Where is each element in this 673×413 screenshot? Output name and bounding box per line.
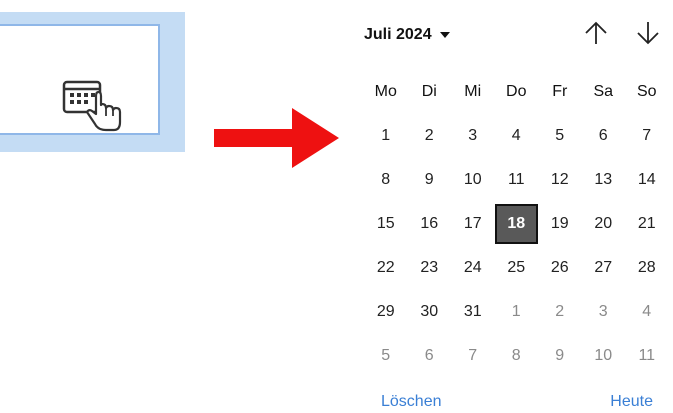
date-input-illustration xyxy=(0,12,185,152)
caret-down-icon xyxy=(439,32,450,38)
day-cell-other-month[interactable]: 4 xyxy=(625,292,669,332)
day-cell[interactable]: 16 xyxy=(408,204,452,244)
day-cell[interactable]: 19 xyxy=(538,204,582,244)
day-cell[interactable]: 8 xyxy=(364,160,408,200)
day-cell-other-month[interactable]: 6 xyxy=(408,336,452,376)
day-cell[interactable]: 21 xyxy=(625,204,669,244)
day-cell[interactable]: 14 xyxy=(625,160,669,200)
day-cell[interactable]: 3 xyxy=(451,116,495,156)
day-cell[interactable]: 30 xyxy=(408,292,452,332)
day-cell[interactable]: 28 xyxy=(625,248,669,288)
day-cell[interactable]: 13 xyxy=(582,160,626,200)
day-cell[interactable]: 15 xyxy=(364,204,408,244)
day-cell-other-month[interactable]: 11 xyxy=(625,336,669,376)
day-cell-other-month[interactable]: 3 xyxy=(582,292,626,332)
arrow-up-icon xyxy=(584,20,608,51)
month-year-label: Juli 2024 xyxy=(364,26,432,43)
day-cell-other-month[interactable]: 2 xyxy=(538,292,582,332)
day-cell[interactable]: 20 xyxy=(582,204,626,244)
day-cell[interactable]: 22 xyxy=(364,248,408,288)
today-button[interactable]: Heute xyxy=(610,393,653,411)
day-cell[interactable]: 10 xyxy=(451,160,495,200)
day-cell[interactable]: 24 xyxy=(451,248,495,288)
weekday-header-row: Mo Di Mi Do Fr Sa So xyxy=(364,70,672,114)
day-cell[interactable]: 17 xyxy=(451,204,495,244)
weekday-label: Di xyxy=(421,83,437,100)
date-input-field[interactable] xyxy=(0,24,160,135)
weekday-label: So xyxy=(636,83,657,100)
day-cell[interactable]: 31 xyxy=(451,292,495,332)
day-cell[interactable]: 5 xyxy=(538,116,582,156)
calendar-week-row: 22 23 24 25 26 27 28 xyxy=(364,246,672,290)
day-cell-other-month[interactable]: 5 xyxy=(364,336,408,376)
calendar-week-row: 5 6 7 8 9 10 11 xyxy=(364,334,672,378)
day-cell[interactable]: 7 xyxy=(625,116,669,156)
weekday-label: Do xyxy=(506,83,527,100)
day-cell[interactable]: 1 xyxy=(364,116,408,156)
calendar-week-row: 15 16 17 18 19 20 21 xyxy=(364,202,672,246)
day-cell[interactable]: 6 xyxy=(582,116,626,156)
calendar-week-row: 1234567 xyxy=(364,114,672,158)
day-cell[interactable]: 25 xyxy=(495,248,539,288)
day-cell[interactable]: 4 xyxy=(495,116,539,156)
day-cell-other-month[interactable]: 1 xyxy=(495,292,539,332)
day-cell[interactable]: 12 xyxy=(538,160,582,200)
calendar-header: Juli 2024 xyxy=(355,10,673,60)
day-cell-other-month[interactable]: 10 xyxy=(582,336,626,376)
screenshot-stage: Juli 2024 Mo Di Mi Do Fr Sa So 1 2 3 4 5… xyxy=(0,0,673,413)
month-year-selector[interactable]: Juli 2024 xyxy=(364,23,450,47)
calendar-footer: Löschen Heute xyxy=(355,390,673,413)
arrow-down-icon xyxy=(636,20,660,51)
day-cell-other-month[interactable]: 8 xyxy=(495,336,539,376)
weekday-label: Mo xyxy=(374,83,397,100)
day-cell-selected[interactable]: 18 xyxy=(494,204,538,244)
calendar-week-row: 8 9 10 11 12 13 14 xyxy=(364,158,672,202)
day-cell[interactable]: 26 xyxy=(538,248,582,288)
day-cell[interactable]: 11 xyxy=(495,160,539,200)
weekday-label: Fr xyxy=(552,83,568,100)
next-month-button[interactable] xyxy=(633,20,663,50)
day-cell[interactable]: 9 xyxy=(408,160,452,200)
day-cell[interactable]: 27 xyxy=(582,248,626,288)
calendar-click-icon[interactable] xyxy=(62,78,132,138)
prev-month-button[interactable] xyxy=(581,20,611,50)
red-arrow-icon xyxy=(214,108,339,168)
clear-button[interactable]: Löschen xyxy=(381,393,442,411)
day-cell-other-month[interactable]: 7 xyxy=(451,336,495,376)
calendar-week-row: 29 30 31 1 2 3 4 xyxy=(364,290,672,334)
day-cell[interactable]: 29 xyxy=(364,292,408,332)
calendar-grid: Mo Di Mi Do Fr Sa So 1 2 3 4 5 6 7 8 9 10 11 12 13 14 15 16 17… xyxy=(364,70,672,378)
weekday-label: Mi xyxy=(464,83,482,100)
day-cell-other-month[interactable]: 9 xyxy=(538,336,582,376)
date-picker-calendar: Juli 2024 Mo Di Mi Do Fr Sa So 1 2 3 4 5… xyxy=(355,10,673,413)
weekday-label: Sa xyxy=(593,83,614,100)
day-cell[interactable]: 2 xyxy=(408,116,452,156)
day-cell[interactable]: 23 xyxy=(408,248,452,288)
